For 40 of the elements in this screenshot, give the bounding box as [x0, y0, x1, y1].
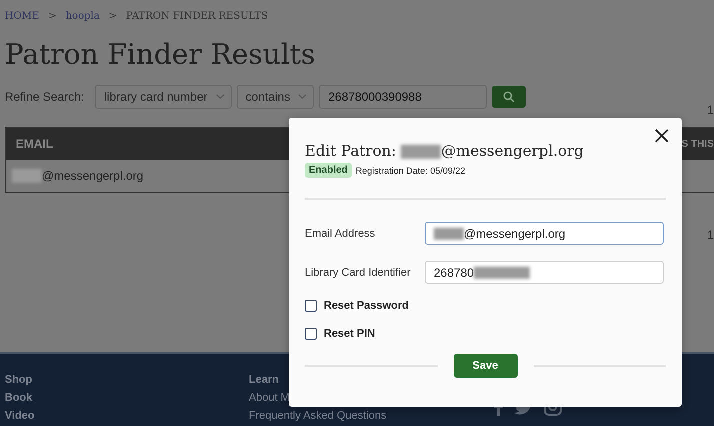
footer-link[interactable]: Video: [5, 410, 249, 422]
input-field[interactable]: @messengerpl.org: [425, 222, 664, 245]
refine-search-label: Refine Search:: [5, 90, 84, 104]
breadcrumb-link[interactable]: HOME: [5, 11, 40, 22]
count-text: 1: [707, 228, 714, 242]
table-cell: @messengerpl.org: [42, 169, 144, 183]
column-header: S THIS: [682, 138, 714, 150]
chevron-icon: [298, 94, 308, 100]
field-label: Email Address: [305, 228, 376, 240]
count-text: 1: [707, 103, 714, 117]
breadcrumb-separator: >: [48, 11, 57, 22]
operator-dropdown[interactable]: contains: [236, 85, 314, 109]
save-button[interactable]: Save: [454, 354, 518, 378]
footer-heading: Shop: [5, 374, 34, 386]
footer-link[interactable]: Book: [5, 392, 249, 404]
status-badge: Enabled: [305, 163, 352, 178]
footer-link[interactable]: Frequently Asked Questions: [249, 410, 387, 422]
redaction-blur: [12, 169, 42, 183]
field-dropdown[interactable]: library card number: [95, 85, 232, 109]
breadcrumb-separator: >: [108, 11, 118, 22]
footer-heading: Learn: [249, 374, 280, 386]
checkbox[interactable]: [305, 328, 317, 340]
search-field[interactable]: 26878000390988: [319, 85, 488, 109]
dialog-title-email: @messengerpl.org: [441, 142, 584, 160]
page-title: Patron Finder Results: [5, 38, 317, 71]
dialog-title: Edit Patron:: [305, 142, 396, 160]
column-header: EMAIL: [15, 137, 54, 151]
field-label: Library Card Identifier: [305, 266, 412, 278]
search-icon: [503, 91, 516, 103]
breadcrumb-link[interactable]: hoopla: [66, 11, 100, 22]
input-field[interactable]: 268780: [425, 261, 664, 284]
checkbox-label: Reset PIN: [324, 328, 376, 340]
registration-date: Registration Date: 05/09/22: [356, 166, 466, 176]
chevron-icon: [216, 94, 225, 100]
checkbox-label: Reset Password: [324, 300, 409, 312]
redaction-blur: [401, 145, 442, 160]
checkbox[interactable]: [305, 300, 317, 312]
breadcrumb-current: PATRON FINDER RESULTS: [126, 11, 268, 22]
search-button[interactable]: [492, 86, 526, 108]
close-icon[interactable]: [654, 128, 670, 144]
